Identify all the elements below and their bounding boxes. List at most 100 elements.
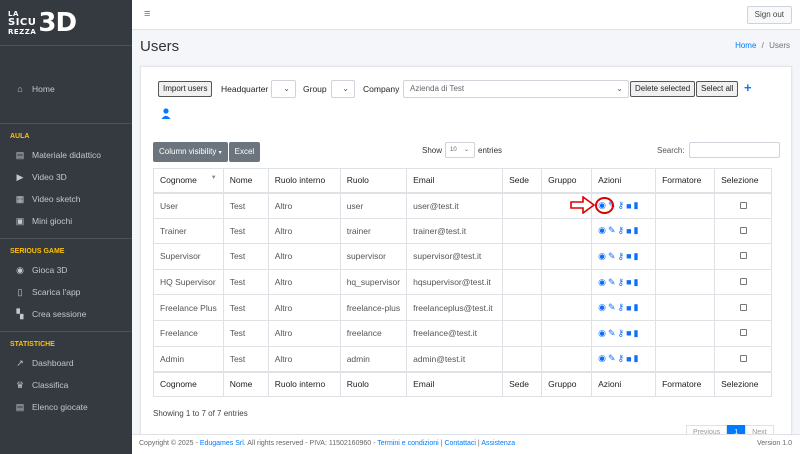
- header-ruolo-interno[interactable]: Ruolo interno: [268, 168, 341, 194]
- plus-icon[interactable]: +: [744, 80, 752, 95]
- key-icon[interactable]: ⚷: [618, 277, 625, 288]
- key-icon[interactable]: ⚷: [618, 302, 625, 313]
- lock-icon[interactable]: ■: [626, 201, 631, 211]
- lock-icon[interactable]: ■: [626, 303, 631, 313]
- company-select[interactable]: Azienda di Test ⌄: [403, 80, 629, 98]
- signout-button[interactable]: Sign out: [746, 6, 792, 24]
- column-visibility-button[interactable]: Column visibility ▾: [153, 142, 228, 162]
- import-users-button[interactable]: Import users: [158, 81, 213, 97]
- footer-support-link[interactable]: Assistenza: [481, 440, 515, 447]
- row-select-checkbox[interactable]: [739, 354, 747, 362]
- header-ruolo[interactable]: Ruolo: [340, 168, 408, 194]
- sidebar-item-materiale[interactable]: ▤ Materiale didattico: [0, 144, 132, 166]
- footer-left: Copyright © 2025 - Edugames Srl. All rig…: [139, 440, 515, 447]
- row-select-checkbox[interactable]: [739, 226, 747, 234]
- key-icon[interactable]: ⚷: [618, 225, 625, 236]
- eye-icon[interactable]: ◉: [598, 328, 606, 339]
- sidebar-item-gioca3d[interactable]: ◉ Gioca 3D: [0, 259, 132, 281]
- table-cell: freelance@test.it: [406, 319, 504, 347]
- lock-icon[interactable]: ■: [626, 226, 631, 236]
- header-email[interactable]: Email: [406, 168, 504, 194]
- footer-terms-link[interactable]: Termini e condizioni: [377, 440, 438, 447]
- search-input[interactable]: [689, 142, 780, 158]
- eye-icon[interactable]: ◉: [598, 251, 606, 262]
- sidebar-item-video3d[interactable]: ▶ Video 3D: [0, 166, 132, 188]
- select-all-button[interactable]: Select all: [696, 81, 739, 97]
- header-nome[interactable]: Nome: [223, 168, 269, 194]
- trash-icon[interactable]: ▮: [634, 277, 639, 288]
- header-cognome[interactable]: Cognome ▼: [153, 168, 224, 194]
- eye-icon[interactable]: ◉: [598, 277, 606, 288]
- trash-icon[interactable]: ▮: [634, 251, 639, 262]
- group-select[interactable]: ⌄: [331, 80, 355, 98]
- sidebar-item-elenco-giocate[interactable]: ▤ Elenco giocate: [0, 396, 132, 418]
- key-icon[interactable]: ⚷: [618, 251, 625, 262]
- trash-icon[interactable]: ▮: [634, 302, 639, 313]
- pencil-icon[interactable]: ✎: [608, 328, 616, 339]
- sidebar-item-dashboard[interactable]: ↗ Dashboard: [0, 352, 132, 374]
- table-cell: [655, 192, 716, 219]
- breadcrumb-home[interactable]: Home: [735, 41, 756, 50]
- delete-selected-button[interactable]: Delete selected: [630, 81, 696, 97]
- row-select-checkbox[interactable]: [739, 278, 747, 286]
- sidebar-item-label: Materiale didattico: [32, 150, 101, 160]
- header-sede[interactable]: Sede: [502, 168, 543, 194]
- pencil-icon[interactable]: ✎: [608, 277, 616, 288]
- sidebar-item-minigiochi[interactable]: ▣ Mini giochi: [0, 210, 132, 232]
- row-select-checkbox[interactable]: [739, 252, 747, 260]
- trash-icon[interactable]: ▮: [634, 200, 639, 211]
- footer-contacts-link[interactable]: Contattaci: [444, 440, 476, 447]
- trash-icon[interactable]: ▮: [634, 353, 639, 364]
- footer-copyright: Copyright © 2025 -: [139, 440, 200, 447]
- page-length-select[interactable]: 10 ⌄: [445, 142, 475, 158]
- header-selezione: Selezione: [714, 168, 773, 194]
- row-select-checkbox[interactable]: [739, 303, 747, 311]
- lock-icon[interactable]: ■: [626, 354, 631, 364]
- entries-label: entries: [478, 146, 503, 155]
- key-icon[interactable]: ⚷: [618, 353, 625, 364]
- key-icon[interactable]: ⚷: [618, 200, 625, 211]
- row-select-checkbox[interactable]: [739, 201, 747, 209]
- trash-icon[interactable]: ▮: [634, 225, 639, 236]
- trash-icon[interactable]: ▮: [634, 328, 639, 339]
- eye-icon[interactable]: ◉: [598, 225, 606, 236]
- sidebar-item-home[interactable]: ⌂ Home: [0, 78, 132, 100]
- pencil-icon[interactable]: ✎: [608, 353, 616, 364]
- sidebar-item-crea-sessione[interactable]: ▚ Crea sessione: [0, 303, 132, 325]
- lock-icon[interactable]: ■: [626, 328, 631, 338]
- pencil-icon[interactable]: ✎: [608, 302, 616, 313]
- key-icon[interactable]: ⚷: [618, 328, 625, 339]
- key-icon-glyph: ⚷: [617, 276, 625, 287]
- sidebar-item-scarica[interactable]: ▯ Scarica l'app: [0, 281, 132, 303]
- pencil-icon[interactable]: ✎: [608, 225, 616, 236]
- table-cell: [502, 268, 543, 295]
- pencil-icon[interactable]: ✎: [608, 251, 616, 262]
- user-icon[interactable]: [161, 108, 171, 119]
- header-gruppo[interactable]: Gruppo: [541, 168, 593, 194]
- excel-button[interactable]: Excel: [228, 142, 261, 162]
- eye-icon[interactable]: ◉: [598, 353, 606, 364]
- lock-icon[interactable]: ■: [626, 277, 631, 287]
- table-cell: Freelance Plus: [153, 294, 224, 321]
- sidebar-item-classifica[interactable]: ♛ Classifica: [0, 374, 132, 396]
- lock-icon-glyph: ■: [626, 277, 632, 288]
- table-cell: admin: [340, 345, 408, 372]
- table-cell: [541, 345, 593, 372]
- lock-icon[interactable]: ■: [626, 251, 631, 261]
- mobile-icon: ▯: [17, 286, 23, 297]
- footer-company-link[interactable]: Edugames Srl: [200, 440, 244, 447]
- hamburger-icon[interactable]: ≡: [144, 8, 150, 20]
- brand-logo[interactable]: LA SICU REZZA 3D: [0, 0, 132, 46]
- trash-icon-glyph: ▮: [633, 302, 639, 313]
- select-cell: [714, 268, 773, 295]
- sidebar-item-videosketch[interactable]: ▦ Video sketch: [0, 188, 132, 210]
- group-label: Group: [303, 84, 327, 94]
- table-row: User Test Altro user user@test.it ◉ ✎ ⚷ ■ ▮: [153, 192, 773, 219]
- row-select-checkbox[interactable]: [739, 329, 747, 337]
- headquarter-select[interactable]: ⌄: [271, 80, 296, 98]
- chevron-down-icon: ⌄: [463, 147, 469, 153]
- header-formatore[interactable]: Formatore: [655, 168, 716, 194]
- sidebar-item-label: Gioca 3D: [32, 265, 68, 275]
- column-visibility-label: Column visibility: [159, 147, 217, 156]
- eye-icon[interactable]: ◉: [598, 302, 606, 313]
